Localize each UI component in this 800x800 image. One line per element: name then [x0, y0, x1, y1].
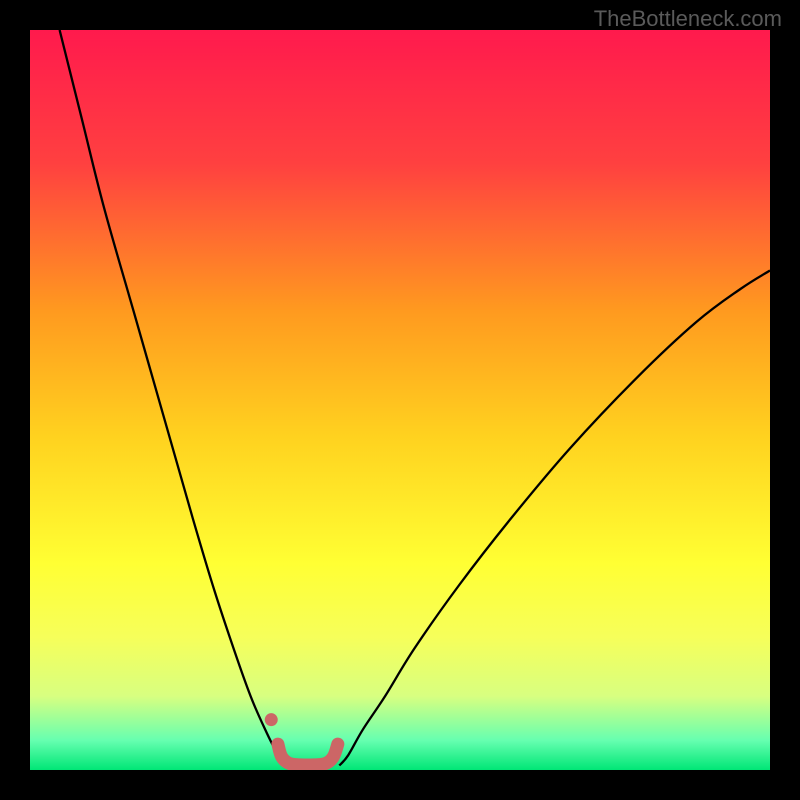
watermark-text: TheBottleneck.com [594, 6, 782, 32]
chart-plot-area [30, 30, 770, 770]
chart-point [265, 713, 278, 726]
chart-svg [30, 30, 770, 770]
chart-background [30, 30, 770, 770]
